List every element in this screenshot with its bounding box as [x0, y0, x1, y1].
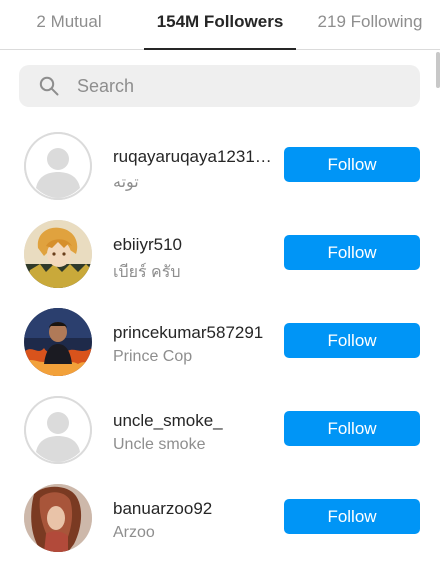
- list-item[interactable]: ebiiyr510 เบียร์ ครับ Follow: [0, 220, 440, 308]
- search-icon: [39, 76, 59, 96]
- tab-followers[interactable]: 154M Followers: [144, 0, 296, 50]
- tab-mutual[interactable]: 2 Mutual: [0, 0, 138, 50]
- full-name: เบียร์ ครับ: [113, 264, 181, 281]
- follow-button[interactable]: Follow: [284, 323, 420, 358]
- list-item[interactable]: ruqayaruqaya1231… توته Follow: [0, 132, 440, 220]
- default-avatar-icon[interactable]: [24, 396, 92, 464]
- list-item[interactable]: uncle_smoke_ Uncle smoke Follow: [0, 396, 440, 484]
- profile-photo-avatar[interactable]: [24, 220, 92, 288]
- follow-button[interactable]: Follow: [284, 147, 420, 182]
- active-tab-indicator: [144, 48, 296, 50]
- tab-bar: 2 Mutual 154M Followers 219 Following: [0, 0, 440, 50]
- username[interactable]: ruqayaruqaya1231…: [113, 147, 273, 167]
- full-name: Arzoo: [113, 524, 155, 541]
- search-bar[interactable]: [19, 65, 420, 107]
- username[interactable]: banuarzoo92: [113, 499, 273, 519]
- scrollbar[interactable]: [436, 52, 440, 88]
- profile-photo-avatar[interactable]: [24, 308, 92, 376]
- follow-button[interactable]: Follow: [284, 499, 420, 534]
- search-input[interactable]: [77, 65, 407, 107]
- full-name: توته: [113, 174, 139, 191]
- username[interactable]: ebiiyr510: [113, 235, 273, 255]
- follow-button[interactable]: Follow: [284, 235, 420, 270]
- full-name: Prince Cop: [113, 348, 193, 365]
- username[interactable]: princekumar587291: [113, 323, 273, 343]
- username[interactable]: uncle_smoke_: [113, 411, 273, 431]
- list-item[interactable]: banuarzoo92 Arzoo Follow: [0, 484, 440, 570]
- default-avatar-icon[interactable]: [24, 132, 92, 200]
- profile-photo-avatar[interactable]: [24, 484, 92, 552]
- follow-button[interactable]: Follow: [284, 411, 420, 446]
- tab-following[interactable]: 219 Following: [300, 0, 440, 50]
- full-name: Uncle smoke: [113, 436, 206, 453]
- list-item[interactable]: princekumar587291 Prince Cop Follow: [0, 308, 440, 396]
